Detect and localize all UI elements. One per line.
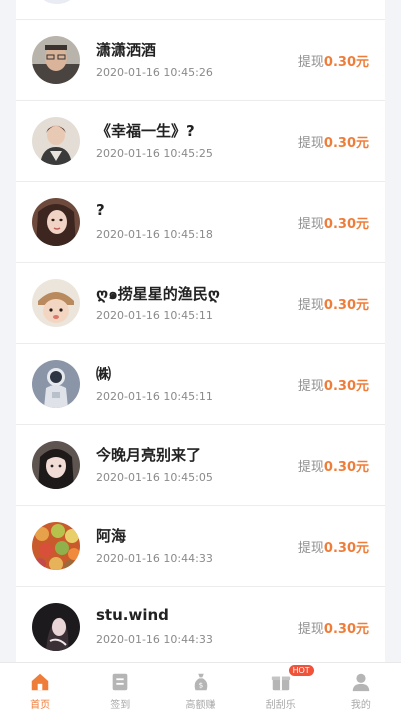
withdraw-label: 提现 xyxy=(297,217,324,232)
tab-home[interactable]: 首页 xyxy=(0,663,80,711)
user-name: stu.wind xyxy=(96,606,169,624)
list-item[interactable]: ㈱ 2020-01-16 10:45:11 提现0.30元 xyxy=(16,344,385,425)
bottom-tab-bar: 首页 签到 $ 高额赚 HOT 刮刮乐 我的 xyxy=(0,662,401,711)
timestamp: 2020-01-16 10:45:11 xyxy=(96,390,213,403)
sign-in-icon xyxy=(112,673,128,691)
tab-label: 首页 xyxy=(30,700,51,711)
user-name: 《幸福一生》? xyxy=(96,122,195,140)
list-item[interactable]: ღ๑捞星星的渔民ღ 2020-01-16 10:45:11 提现0.30元 xyxy=(16,263,385,344)
user-name: ღ๑捞星星的渔民ღ xyxy=(96,285,220,303)
timestamp: 2020-01-16 10:44:33 xyxy=(96,633,213,646)
avatar xyxy=(32,522,80,570)
tab-scratch[interactable]: HOT 刮刮乐 xyxy=(241,663,321,711)
timestamp: 2020-01-16 10:45:05 xyxy=(96,471,213,484)
tab-label: 我的 xyxy=(350,700,371,711)
list-item[interactable]: 《幸福一生》? 2020-01-16 10:45:25 提现0.30元 xyxy=(16,101,385,182)
timestamp: 2020-01-16 10:44:33 xyxy=(96,552,213,565)
withdraw-amount: 提现0.30元 xyxy=(298,456,369,475)
avatar xyxy=(32,36,80,84)
amount-value: 0.30元 xyxy=(323,622,369,637)
withdraw-label: 提现 xyxy=(297,541,324,556)
list-item[interactable]: 今晚月亮别来了 2020-01-16 10:45:05 提现0.30元 xyxy=(16,425,385,506)
withdraw-amount: 提现0.30元 xyxy=(298,618,369,637)
withdraw-label: 提现 xyxy=(297,136,324,151)
amount-value: 0.30元 xyxy=(323,541,369,556)
withdraw-label: 提现 xyxy=(297,379,324,394)
amount-value: 0.30元 xyxy=(323,217,369,232)
tab-label: 高额赚 xyxy=(185,700,216,711)
amount-value: 0.30元 xyxy=(323,298,369,313)
avatar xyxy=(32,360,80,408)
amount-value: 0.30元 xyxy=(323,136,369,151)
avatar xyxy=(32,117,80,165)
withdraw-label: 提现 xyxy=(297,298,324,313)
tab-sign-in[interactable]: 签到 xyxy=(80,663,160,711)
timestamp: 2020-01-16 10:45:11 xyxy=(96,309,213,322)
list-item[interactable]: ? 2020-01-16 10:45:18 提现0.30元 xyxy=(16,182,385,263)
user-name: 阿海 xyxy=(96,527,127,545)
withdraw-amount: 提现0.30元 xyxy=(298,51,369,70)
user-name: ㈱ xyxy=(96,365,112,383)
user-name: 今晚月亮别来了 xyxy=(96,446,202,464)
avatar xyxy=(32,279,80,327)
scratch-card-icon xyxy=(271,676,290,691)
amount-value: 0.30元 xyxy=(323,460,369,475)
withdraw-label: 提现 xyxy=(297,622,324,637)
timestamp: 2020-01-16 10:45:18 xyxy=(96,228,213,241)
svg-text:$: $ xyxy=(198,681,203,690)
avatar xyxy=(32,603,80,651)
withdraw-amount: 提现0.30元 xyxy=(298,375,369,394)
tab-label: 刮刮乐 xyxy=(265,700,296,711)
money-bag-icon: $ xyxy=(194,673,207,691)
withdraw-amount: 提现0.30元 xyxy=(298,537,369,556)
withdraw-amount: 提现0.30元 xyxy=(298,294,369,313)
profile-icon xyxy=(352,673,370,692)
home-icon xyxy=(31,673,49,691)
withdraw-amount: 提现0.30元 xyxy=(298,132,369,151)
amount-value: 0.30元 xyxy=(323,55,369,70)
avatar xyxy=(32,441,80,489)
withdraw-label: 提现 xyxy=(297,55,324,70)
user-name: ? xyxy=(96,201,105,219)
list-item[interactable]: 潇潇洒酒 2020-01-16 10:45:26 提现0.30元 xyxy=(16,20,385,101)
timestamp: 2020-01-16 10:45:25 xyxy=(96,147,213,160)
tab-high-earnings[interactable]: $ 高额赚 xyxy=(160,663,240,711)
timestamp: 2020-01-16 10:45:26 xyxy=(96,66,213,79)
avatar xyxy=(32,198,80,246)
tab-label: 签到 xyxy=(110,700,131,711)
list-item[interactable]: stu.wind 2020-01-16 10:44:33 提现0.30元 xyxy=(16,587,385,662)
user-name: 潇潇洒酒 xyxy=(96,41,157,59)
withdrawal-list: 潇潇洒酒 2020-01-16 10:45:26 提现0.30元 《幸福一生》?… xyxy=(16,0,385,662)
withdraw-amount: 提现0.30元 xyxy=(298,213,369,232)
list-item[interactable]: 阿海 2020-01-16 10:44:33 提现0.30元 xyxy=(16,506,385,587)
hot-badge: HOT xyxy=(288,665,314,676)
amount-value: 0.30元 xyxy=(323,379,369,394)
tab-profile[interactable]: 我的 xyxy=(321,663,401,711)
withdraw-label: 提现 xyxy=(297,460,324,475)
avatar xyxy=(42,0,72,4)
